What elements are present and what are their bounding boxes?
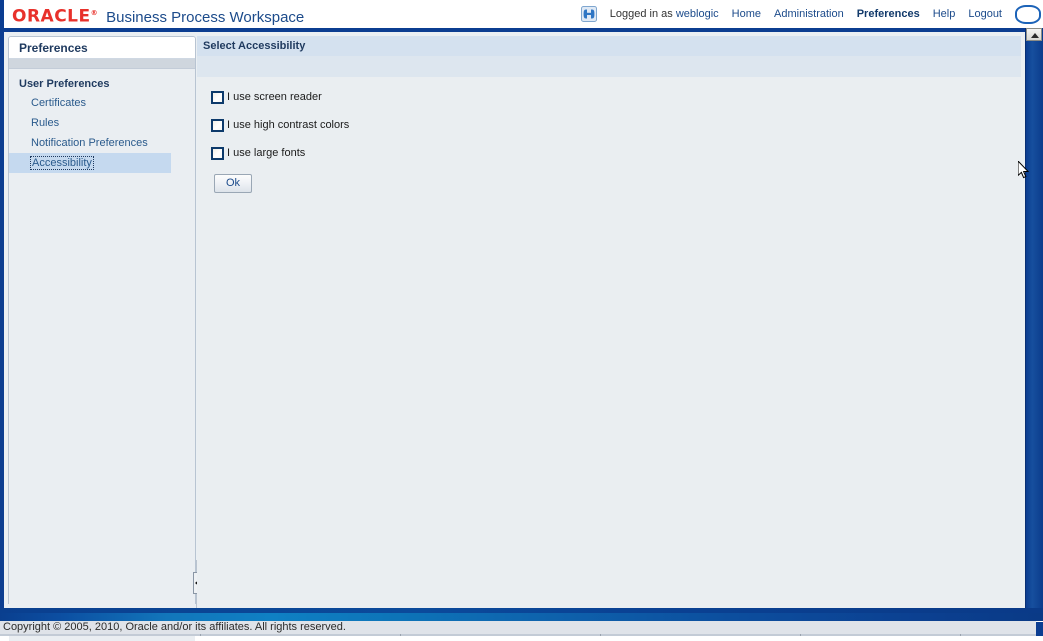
sidebar-title: Preferences: [19, 41, 88, 55]
page-body: Preferences User Preferences Certificate…: [4, 32, 1025, 641]
logged-in-username: weblogic: [675, 8, 719, 20]
checkbox-screen-reader[interactable]: [211, 90, 224, 104]
linked-users-icon: [580, 6, 597, 22]
nav-link-preferences[interactable]: Preferences: [857, 8, 920, 20]
checkbox-row-high-contrast: I use high contrast colors: [197, 111, 1021, 139]
checkbox-high-contrast-colors[interactable]: [211, 118, 224, 132]
checkbox-row-large-fonts: I use large fonts: [197, 139, 1021, 167]
checkbox-label-high-contrast-colors: I use high contrast colors: [227, 119, 350, 131]
sidebar-item-certificates[interactable]: Certificates: [9, 93, 195, 113]
sidebar-item-label: Certificates: [31, 97, 87, 109]
copyright-text: Copyright © 2005, 2010, Oracle and/or it…: [3, 621, 346, 633]
nav-link-help[interactable]: Help: [933, 8, 956, 20]
sidebar-subbar: [9, 59, 195, 69]
oracle-logo: ORACLE®: [12, 4, 98, 26]
app-header: ORACLE® Business Process Workspace Logge…: [0, 0, 1043, 28]
oracle-logo-text: ORACLE: [12, 6, 91, 27]
sidebar-item-label: Notification Preferences: [31, 137, 148, 149]
sidebar-item-rules[interactable]: Rules: [9, 113, 195, 133]
checkbox-large-fonts[interactable]: [211, 146, 224, 160]
preferences-sidebar: Preferences User Preferences Certificate…: [8, 36, 196, 641]
sidebar-header: Preferences: [9, 37, 195, 59]
registered-trademark-icon: ®: [90, 9, 99, 17]
panel-collapse-button[interactable]: [1026, 28, 1042, 41]
sidebar-item-notification-preferences[interactable]: Notification Preferences: [9, 133, 195, 153]
main-content: Select Accessibility I use screen reader…: [197, 36, 1021, 610]
app-title: Business Process Workspace: [106, 8, 305, 26]
checkbox-label-large-fonts: I use large fonts: [227, 147, 306, 159]
chevron-up-icon: [1031, 33, 1039, 38]
sidebar-item-accessibility[interactable]: Accessibility: [9, 153, 171, 173]
nav-link-home[interactable]: Home: [732, 8, 761, 20]
window-frame-right: [1025, 28, 1043, 608]
ok-button[interactable]: Ok: [214, 174, 252, 193]
content-subband: [197, 56, 1021, 77]
checkbox-label-screen-reader: I use screen reader: [227, 91, 322, 103]
sidebar-item-label: Accessibility: [30, 156, 94, 170]
status-bar-right-frame: [1036, 622, 1043, 636]
logged-in-status: Logged in as weblogic: [610, 8, 719, 20]
copyright-bar: Copyright © 2005, 2010, Oracle and/or it…: [0, 621, 1036, 634]
content-header: Select Accessibility: [197, 36, 1021, 56]
nav-link-administration[interactable]: Administration: [774, 8, 844, 20]
footer-gradient-highlight: [0, 608, 1043, 613]
sidebar-item-label: Rules: [31, 117, 60, 129]
top-navigation: Logged in as weblogic Home Administratio…: [580, 0, 1043, 28]
sidebar-body: User Preferences Certificates Rules Noti…: [9, 69, 195, 641]
logged-in-prefix: Logged in as: [609, 8, 676, 20]
brand: ORACLE® Business Process Workspace: [12, 4, 304, 27]
oval-badge-icon[interactable]: [1015, 4, 1041, 24]
content-body: I use screen reader I use high contrast …: [197, 77, 1021, 610]
checkbox-row-screen-reader: I use screen reader: [197, 83, 1021, 111]
nav-link-logout[interactable]: Logout: [968, 8, 1002, 20]
sidebar-group-user-preferences: User Preferences: [19, 78, 110, 90]
footer-gradient-bar: [0, 608, 1043, 621]
page-title: Select Accessibility: [203, 40, 306, 52]
